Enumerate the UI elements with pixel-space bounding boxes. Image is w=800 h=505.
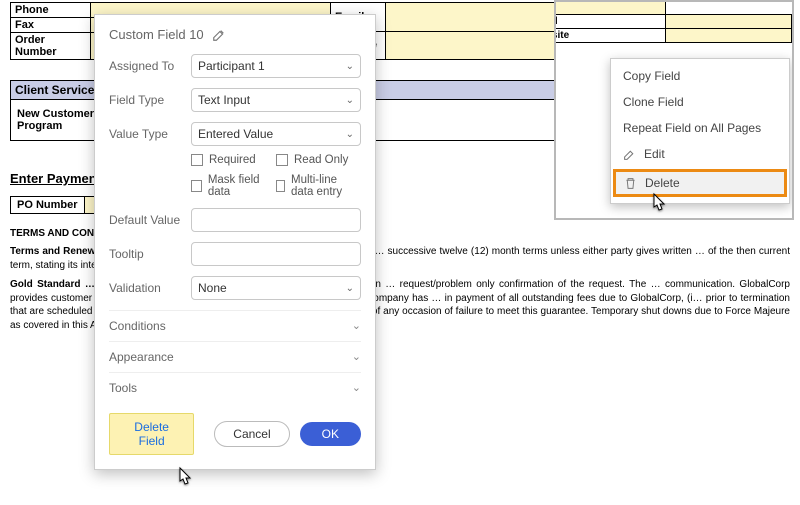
multiline-label: Multi-line data entry bbox=[291, 174, 361, 198]
chevron-down-icon: ⌄ bbox=[346, 283, 354, 294]
assigned-to-label: Assigned To bbox=[109, 59, 191, 73]
chevron-down-icon: ⌄ bbox=[352, 350, 361, 364]
mask-field-checkbox[interactable]: Mask field data bbox=[191, 174, 276, 198]
copy-field-label: Copy Field bbox=[623, 69, 680, 83]
multiline-checkbox[interactable]: Multi-line data entry bbox=[276, 174, 361, 198]
assigned-to-value: Participant 1 bbox=[198, 59, 265, 73]
inset-website-label: Website bbox=[554, 29, 666, 43]
field-type-select[interactable]: Text Input ⌄ bbox=[191, 88, 361, 112]
dialog-title: Custom Field 10 bbox=[109, 27, 204, 42]
default-value-input[interactable] bbox=[191, 208, 361, 232]
chevron-down-icon: ⌄ bbox=[352, 381, 361, 395]
repeat-field-item[interactable]: Repeat Field on All Pages bbox=[611, 115, 789, 141]
edit-field-label: Edit bbox=[644, 147, 665, 161]
value-type-label: Value Type bbox=[109, 127, 191, 141]
validation-select[interactable]: None ⌄ bbox=[191, 276, 361, 300]
terms-para-1-lead: Terms and Renewal. bbox=[10, 246, 107, 257]
inset-email-field[interactable] bbox=[666, 15, 792, 29]
inset-email-label: Email bbox=[554, 15, 666, 29]
ok-button[interactable]: OK bbox=[300, 422, 361, 446]
fax-label: Fax bbox=[11, 18, 91, 33]
required-label: Required bbox=[209, 154, 256, 166]
clone-field-item[interactable]: Clone Field bbox=[611, 89, 789, 115]
chevron-down-icon: ⌄ bbox=[346, 129, 354, 140]
inset-website-field[interactable] bbox=[666, 29, 792, 43]
phone-label: Phone bbox=[11, 3, 91, 18]
tooltip-input[interactable] bbox=[191, 242, 361, 266]
email-field[interactable] bbox=[386, 3, 566, 32]
context-menu-inset: Email Website Copy Field Clone Field Rep… bbox=[554, 0, 794, 220]
delete-field-item[interactable]: Delete bbox=[613, 169, 787, 197]
inset-form-table: Email Website bbox=[554, 0, 792, 43]
delete-field-button[interactable]: Delete Field bbox=[109, 413, 194, 455]
field-type-value: Text Input bbox=[198, 93, 250, 107]
chevron-down-icon: ⌄ bbox=[346, 61, 354, 72]
conditions-accordion[interactable]: Conditions ⌄ bbox=[109, 310, 361, 341]
trash-icon bbox=[624, 177, 637, 190]
field-context-menu: Copy Field Clone Field Repeat Field on A… bbox=[610, 58, 790, 204]
edit-field-item[interactable]: Edit bbox=[611, 141, 789, 167]
pencil-icon bbox=[623, 148, 636, 161]
chevron-down-icon: ⌄ bbox=[352, 319, 361, 333]
tooltip-label: Tooltip bbox=[109, 247, 191, 261]
delete-field-label: Delete bbox=[645, 176, 680, 190]
tools-label: Tools bbox=[109, 381, 137, 395]
cancel-button[interactable]: Cancel bbox=[214, 421, 289, 447]
read-only-checkbox[interactable]: Read Only bbox=[276, 154, 361, 166]
appearance-label: Appearance bbox=[109, 350, 174, 364]
pencil-icon[interactable] bbox=[212, 28, 226, 42]
website-field[interactable] bbox=[386, 31, 566, 60]
po-number-label: PO Number bbox=[10, 196, 85, 214]
assigned-to-select[interactable]: Participant 1 ⌄ bbox=[191, 54, 361, 78]
clone-field-label: Clone Field bbox=[623, 95, 684, 109]
terms-para-2-lead: Gold Standard … bbox=[10, 279, 95, 290]
options-grid: Required Read Only Mask field data Multi… bbox=[109, 154, 361, 198]
tools-accordion[interactable]: Tools ⌄ bbox=[109, 372, 361, 403]
repeat-field-label: Repeat Field on All Pages bbox=[623, 121, 761, 135]
default-value-label: Default Value bbox=[109, 213, 191, 227]
read-only-label: Read Only bbox=[294, 154, 348, 166]
conditions-label: Conditions bbox=[109, 319, 166, 333]
order-number-label: Order Number bbox=[11, 33, 91, 60]
value-type-select[interactable]: Entered Value ⌄ bbox=[191, 122, 361, 146]
field-properties-dialog: Custom Field 10 Assigned To Participant … bbox=[94, 14, 376, 470]
appearance-accordion[interactable]: Appearance ⌄ bbox=[109, 341, 361, 372]
field-type-label: Field Type bbox=[109, 93, 191, 107]
validation-value: None bbox=[198, 281, 227, 295]
chevron-down-icon: ⌄ bbox=[346, 95, 354, 106]
copy-field-item[interactable]: Copy Field bbox=[611, 63, 789, 89]
mask-field-label: Mask field data bbox=[208, 174, 276, 198]
validation-label: Validation bbox=[109, 281, 191, 295]
required-checkbox[interactable]: Required bbox=[191, 154, 276, 166]
value-type-value: Entered Value bbox=[198, 127, 273, 141]
